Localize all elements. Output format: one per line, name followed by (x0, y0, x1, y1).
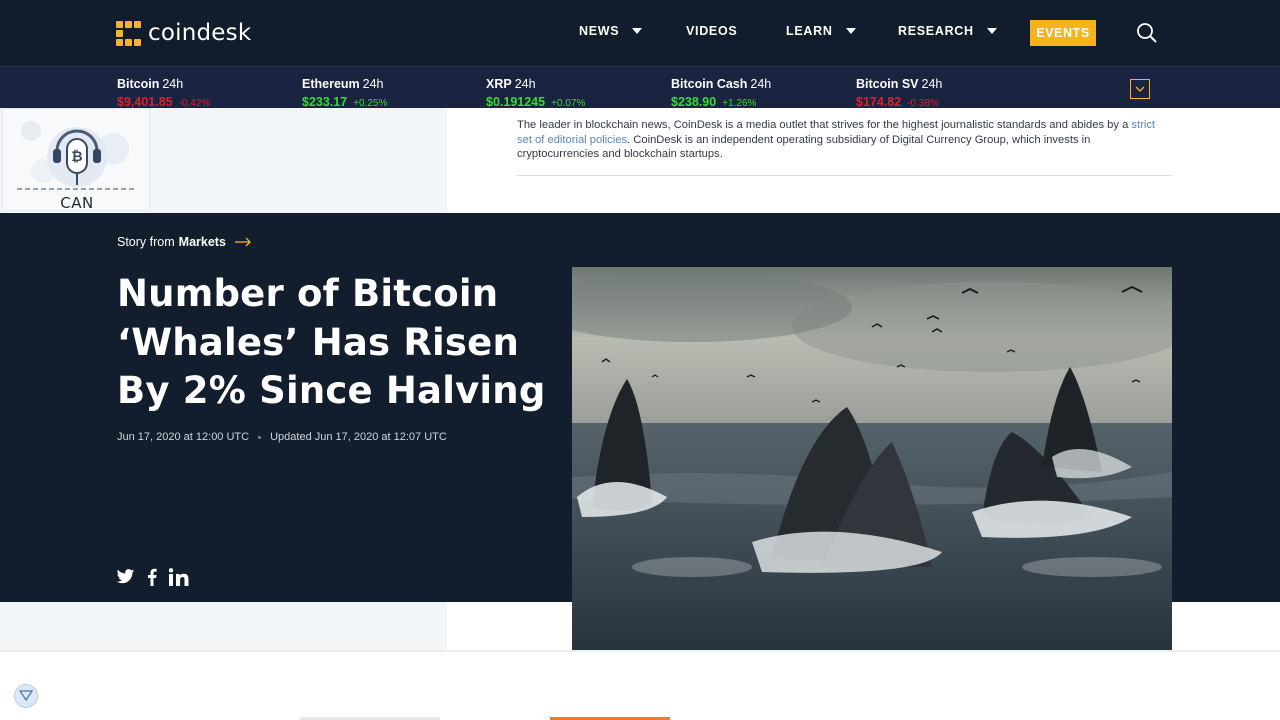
filter-icon[interactable] (14, 684, 38, 708)
ticker-period: 24h (921, 77, 943, 91)
ticker-period: 24h (514, 77, 536, 91)
ticker-period: 24h (362, 77, 384, 91)
story-from-link[interactable]: Story from Markets (117, 235, 252, 249)
nav-news[interactable]: NEWS (579, 24, 643, 38)
ticker-item-bitcoin[interactable]: Bitcoin 24h $9,401.85 -0.42% (117, 75, 210, 109)
separator-dot (258, 435, 262, 439)
events-button[interactable]: EVENTS (1030, 20, 1096, 46)
brand-name: coindesk (148, 20, 252, 46)
ticker-price: $238.90 (671, 95, 717, 109)
ticker-period: 24h (162, 77, 184, 91)
article-dates: Jun 17, 2020 at 12:00 UTC Updated Jun 17… (117, 431, 447, 443)
story-from-prefix: Story from (117, 235, 175, 249)
updated-date: Updated Jun 17, 2020 at 12:07 UTC (270, 431, 447, 443)
ticker-name: Bitcoin SV (856, 77, 919, 91)
chevron-down-icon[interactable] (1130, 79, 1150, 99)
price-ticker: Bitcoin 24h $9,401.85 -0.42% Ethereum 24h … (0, 66, 1280, 109)
linkedin-icon[interactable] (168, 568, 189, 591)
nav-research[interactable]: RESEARCH (898, 24, 997, 38)
published-date: Jun 17, 2020 at 12:00 UTC (117, 431, 250, 443)
ticker-item-bitcoin-cash[interactable]: Bitcoin Cash 24h $238.90 +1.26% (671, 75, 771, 109)
nav-research-label: RESEARCH (898, 24, 974, 38)
bottom-band (0, 650, 1280, 720)
ticker-name: Ethereum (302, 77, 360, 91)
podcast-widget[interactable]: ₿ CAN (2, 108, 150, 212)
coindesk-logo[interactable]: coindesk (116, 20, 251, 46)
twitter-icon[interactable] (116, 569, 135, 590)
ticker-name: XRP (486, 77, 512, 91)
ticker-name: Bitcoin (117, 77, 160, 91)
nav-learn[interactable]: LEARN (786, 24, 856, 38)
ticker-item-ethereum[interactable]: Ethereum 24h $233.17 +0.25% (302, 75, 387, 109)
svg-text:₿: ₿ (71, 148, 82, 164)
bitcoin-microphone-icon: ₿ (17, 121, 137, 190)
facebook-icon[interactable] (147, 568, 157, 591)
humpback-whales-breaching-image (572, 267, 1172, 651)
article-headline: Number of Bitcoin ‘Whales’ Has Risen By … (117, 272, 546, 412)
ticker-price: $9,401.85 (117, 95, 173, 109)
about-text-part1: The leader in blockchain news, CoinDesk … (517, 119, 1132, 131)
ticker-price: $174.82 (856, 95, 902, 109)
podcast-label: CAN (60, 194, 94, 212)
nav-learn-label: LEARN (786, 24, 833, 38)
ticker-item-xrp[interactable]: XRP 24h $0.191245 +0.07% (486, 75, 585, 109)
section-name: Markets (178, 235, 226, 249)
nav-news-label: NEWS (579, 24, 620, 38)
ticker-price: $233.17 (302, 95, 348, 109)
logo-mark-icon (116, 20, 141, 46)
ticker-name: Bitcoin Cash (671, 77, 748, 91)
share-icons (116, 568, 189, 591)
ticker-period: 24h (750, 77, 772, 91)
caret-down-icon (845, 28, 856, 34)
nav-videos-label: VIDEOS (686, 24, 738, 38)
ticker-item-bitcoin-sv[interactable]: Bitcoin SV 24h $174.82 -0.38% (856, 75, 942, 109)
caret-down-icon (632, 28, 643, 34)
about-coindesk-text: The leader in blockchain news, CoinDesk … (517, 118, 1172, 162)
arrow-right-icon (234, 237, 251, 247)
caret-down-icon (986, 28, 997, 34)
nav-videos[interactable]: VIDEOS (686, 24, 737, 38)
ticker-price: $0.191245 (486, 95, 546, 109)
bottom-left-panel (0, 602, 447, 650)
search-icon[interactable] (1136, 22, 1158, 44)
site-header: coindesk NEWS VIDEOS LEARN RESEARCH EVEN… (0, 0, 1280, 66)
divider (517, 175, 1172, 176)
